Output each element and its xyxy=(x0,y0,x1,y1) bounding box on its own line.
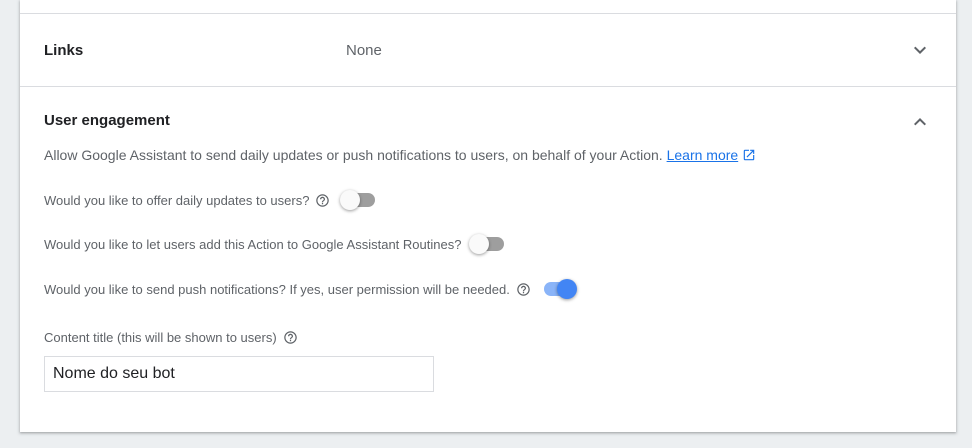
help-circle-icon[interactable] xyxy=(315,193,330,208)
push-notifications-label: Would you like to send push notification… xyxy=(44,281,510,297)
open-in-new-icon[interactable] xyxy=(742,148,756,162)
push-notifications-row: Would you like to send push notification… xyxy=(44,279,577,299)
links-section-value: None xyxy=(346,42,382,59)
routines-row: Would you like to let users add this Act… xyxy=(44,234,505,254)
chevron-down-icon[interactable] xyxy=(908,38,932,62)
toggle-thumb xyxy=(340,190,361,210)
daily-updates-toggle[interactable] xyxy=(340,190,376,210)
help-circle-icon[interactable] xyxy=(283,330,298,345)
toggle-thumb xyxy=(556,279,577,299)
help-circle-icon[interactable] xyxy=(516,282,531,297)
chevron-up-icon[interactable] xyxy=(908,110,932,134)
settings-card: Links None User engagement Allow Google … xyxy=(20,0,956,432)
divider xyxy=(20,13,956,14)
daily-updates-label: Would you like to offer daily updates to… xyxy=(44,192,310,208)
content-title-label-row: Content title (this will be shown to use… xyxy=(44,328,298,346)
content-title-label: Content title (this will be shown to use… xyxy=(44,329,277,345)
toggle-thumb xyxy=(469,234,490,254)
links-section-title: Links xyxy=(44,42,84,59)
push-notifications-toggle[interactable] xyxy=(541,279,577,299)
user-engagement-section-title: User engagement xyxy=(44,112,170,129)
divider xyxy=(20,86,956,87)
user-engagement-description: Allow Google Assistant to send daily upd… xyxy=(44,147,756,163)
routines-label: Would you like to let users add this Act… xyxy=(44,236,462,252)
daily-updates-row: Would you like to offer daily updates to… xyxy=(44,190,376,210)
description-text: Allow Google Assistant to send daily upd… xyxy=(44,147,663,163)
content-title-input[interactable] xyxy=(44,356,434,392)
learn-more-link[interactable]: Learn more xyxy=(667,147,739,163)
routines-toggle[interactable] xyxy=(469,234,505,254)
